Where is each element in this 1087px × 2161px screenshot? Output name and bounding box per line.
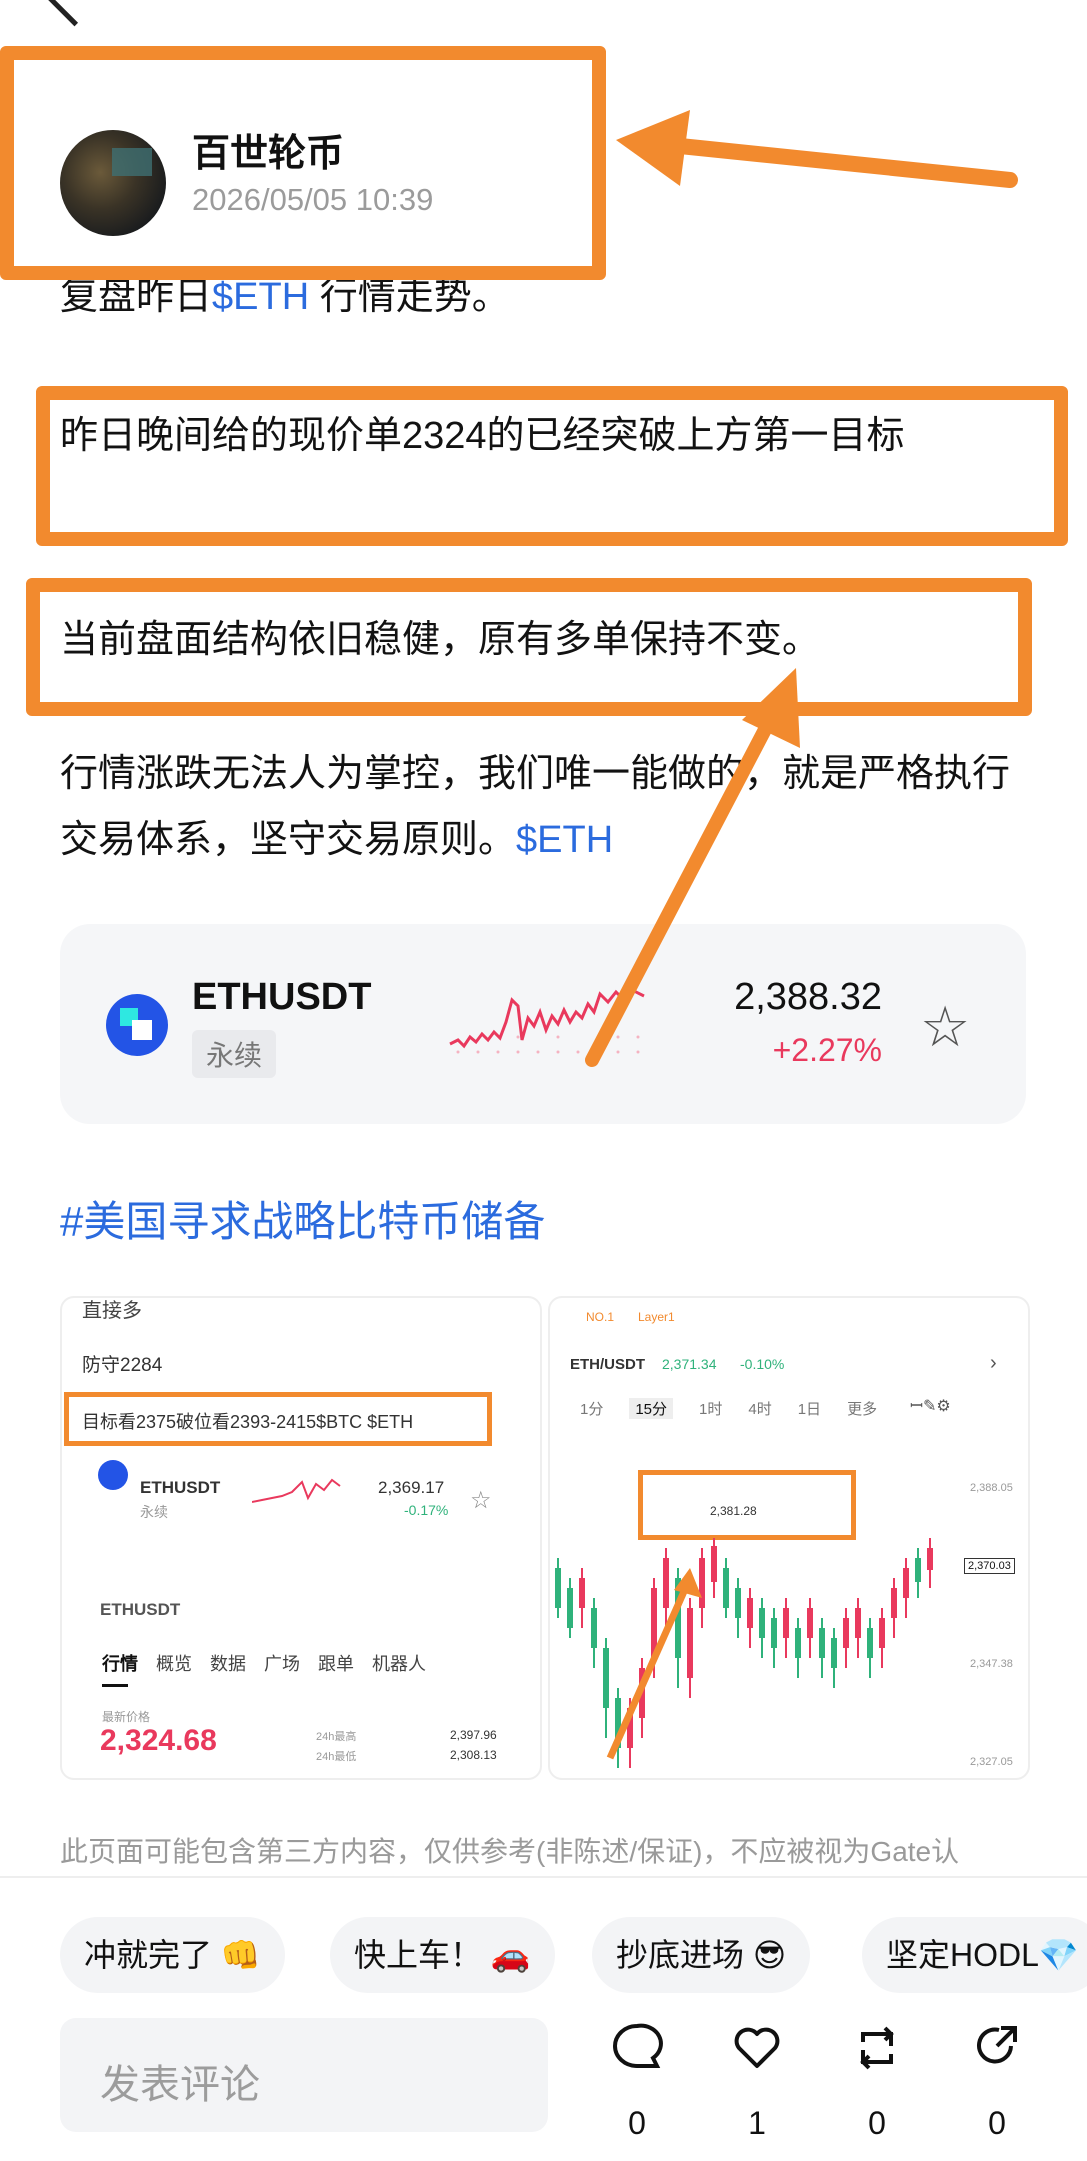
interval-tab: 15分	[629, 1398, 674, 1419]
image-text: 2,397.96	[450, 1728, 497, 1742]
interval-tab: 1分	[580, 1401, 604, 1418]
image-tab: 数据	[210, 1654, 246, 1674]
repost-button[interactable]: 0	[842, 2022, 912, 2142]
comment-placeholder: 发表评论	[100, 2063, 260, 2107]
image-last-price: 2,324.68	[100, 1724, 217, 1757]
image-tabs: 行情 概览 数据 广场 跟单 机器人	[102, 1650, 502, 1676]
quick-reply-chip[interactable]: 坚定HODL💎	[862, 1917, 1087, 1993]
chevron-right-icon: ›	[990, 1352, 997, 1374]
image-text: 目标看2375破位看2393-2415$BTC $ETH	[82, 1412, 414, 1432]
comment-icon	[602, 2022, 672, 2087]
disclaimer-text: 此页面可能包含第三方内容，仅供参考(非陈述/保证)，不应被视为Gate认	[60, 1836, 960, 1867]
comment-count: 0	[628, 2105, 646, 2141]
share-button[interactable]: 0	[962, 2022, 1032, 2142]
annotation-arrows	[585, 110, 1018, 1067]
image-tab: 概览	[156, 1654, 192, 1674]
image-pair-price: 2,371.34	[662, 1356, 717, 1372]
image-ticker-change: -0.17%	[404, 1502, 449, 1518]
quick-reply-chip[interactable]: 快上车！ 🚗	[330, 1917, 555, 1993]
interval-tab: 4时	[748, 1401, 772, 1418]
divider	[0, 1876, 1087, 1878]
interval-tab: 1日	[797, 1401, 822, 1418]
repost-icon	[842, 2022, 912, 2087]
image-tab: 广场	[264, 1654, 300, 1674]
image-text: 2,308.13	[450, 1748, 497, 1762]
like-icon	[722, 2022, 792, 2087]
quick-reply-chip[interactable]: 冲就完了 👊	[60, 1917, 285, 1993]
image-tab: 行情	[102, 1654, 138, 1674]
price-axis-label: 2,347.38	[970, 1658, 1013, 1670]
post-image-left[interactable]: 直接多 防守2284 目标看2375破位看2393-2415$BTC $ETH …	[60, 1296, 542, 1780]
image-sparkline	[252, 1478, 341, 1503]
topic-hashtag[interactable]: #美国寻求战略比特币储备	[60, 1188, 545, 1249]
interval-tabs: 1分 15分 1时 4时 1日 更多	[580, 1398, 877, 1419]
image-text: 直接多	[82, 1300, 142, 1322]
image-text: NO.1	[586, 1310, 615, 1324]
image-text: Layer1	[638, 1310, 675, 1324]
image-ticker-symbol: ETHUSDT	[140, 1478, 221, 1497]
current-price-tag: 2,370.03	[964, 1558, 1015, 1574]
like-count: 1	[748, 2105, 766, 2141]
interval-tab: 1时	[699, 1401, 723, 1418]
interval-tab: 更多	[847, 1401, 878, 1418]
indicator-icon: ꟷ✎⚙	[910, 1398, 951, 1415]
image-text: ETHUSDT	[100, 1600, 181, 1619]
image-tab: 机器人	[372, 1654, 426, 1674]
candlestick-chart	[555, 1538, 933, 1768]
star-outline-icon: ☆	[470, 1487, 492, 1514]
image-text: 防守2284	[82, 1355, 163, 1376]
image-text: 24h最低	[316, 1751, 357, 1763]
image-text: 24h最高	[316, 1731, 357, 1743]
image-tab: 跟单	[318, 1654, 354, 1674]
image-ticker-price: 2,369.17	[378, 1478, 445, 1497]
comment-button[interactable]: 0	[602, 2022, 672, 2142]
high-price-label: 2,381.28	[710, 1504, 757, 1518]
price-axis-label: 2,327.05	[970, 1756, 1013, 1768]
repost-count: 0	[868, 2105, 886, 2141]
like-button[interactable]: 1	[722, 2022, 792, 2142]
image-pair-change: -0.10%	[740, 1356, 785, 1372]
share-icon	[962, 2022, 1032, 2087]
eth-coin-icon	[98, 1460, 128, 1490]
image-text: 最新价格	[102, 1710, 151, 1724]
share-count: 0	[988, 2105, 1006, 2141]
price-axis-label: 2,388.05	[970, 1482, 1013, 1494]
quick-reply-chip[interactable]: 抄底进场 😎	[592, 1917, 811, 1993]
tab-underline	[102, 1684, 128, 1687]
image-ticker-badge: 永续	[140, 1504, 168, 1520]
post-image-right[interactable]: NO.1 Layer1 ETH/USDT 2,371.34 -0.10% › 1…	[548, 1296, 1030, 1780]
image-pair: ETH/USDT	[570, 1356, 645, 1373]
